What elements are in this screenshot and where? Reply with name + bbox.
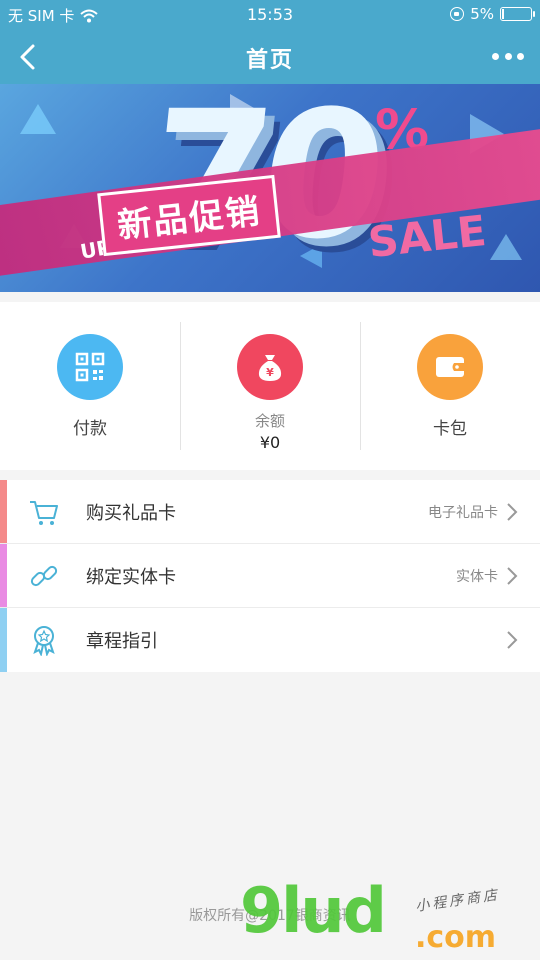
award-badge-icon xyxy=(33,626,55,656)
row-accent-bar xyxy=(0,608,7,672)
balance-amount: ¥0 xyxy=(259,433,281,452)
menu-list: 购买礼品卡 电子礼品卡 绑定实体卡 实体卡 章程指引 xyxy=(0,480,540,672)
list-item-bind-card[interactable]: 绑定实体卡 实体卡 xyxy=(0,544,540,608)
battery-icon xyxy=(500,7,535,21)
quick-actions: 付款 ¥ 余额 ¥0 卡包 xyxy=(0,302,540,470)
money-bag-icon: ¥ xyxy=(237,334,303,400)
qr-code-icon xyxy=(57,334,123,400)
list-item-sub: 实体卡 xyxy=(456,568,498,585)
svg-text:¥: ¥ xyxy=(266,366,274,379)
list-item-buy-gift-card[interactable]: 购买礼品卡 电子礼品卡 xyxy=(0,480,540,544)
shopping-cart-icon xyxy=(30,501,58,525)
list-item-guide[interactable]: 章程指引 xyxy=(0,608,540,672)
more-dots-icon[interactable] xyxy=(492,44,524,68)
action-balance[interactable]: ¥ 余额 ¥0 xyxy=(180,302,360,470)
list-item-label: 章程指引 xyxy=(86,631,158,652)
battery-percent: 5% xyxy=(470,5,494,23)
action-pay-label: 付款 xyxy=(73,419,107,439)
nav-bar: 首页 xyxy=(0,30,540,84)
action-card-wallet[interactable]: 卡包 xyxy=(360,302,540,470)
list-item-sub: 电子礼品卡 xyxy=(428,504,498,521)
wallet-icon xyxy=(417,334,483,400)
watermark-com: .com xyxy=(415,920,497,955)
battery-level xyxy=(502,9,504,19)
row-accent-bar xyxy=(0,544,7,607)
chevron-right-icon xyxy=(507,503,518,521)
chevron-right-icon xyxy=(507,631,518,649)
chevron-right-icon xyxy=(507,567,518,585)
list-item-label: 绑定实体卡 xyxy=(86,566,176,588)
page-title: 首页 xyxy=(245,48,294,73)
promo-banner[interactable]: 70 % UP TO 新品促销 SALE xyxy=(0,84,540,292)
header: 无 SIM 卡 15:53 5% 首页 xyxy=(0,0,540,84)
orientation-lock-icon xyxy=(450,7,465,21)
action-balance-label: 余额 xyxy=(254,412,285,430)
status-bar: 无 SIM 卡 15:53 5% xyxy=(0,0,540,30)
action-card-wallet-label: 卡包 xyxy=(433,419,467,439)
link-icon xyxy=(30,565,58,587)
copyright-footer: 版权所有@2017银商资讯 xyxy=(189,908,351,924)
list-item-label: 购买礼品卡 xyxy=(86,502,176,524)
row-accent-bar xyxy=(0,480,7,543)
action-pay[interactable]: 付款 xyxy=(0,302,180,470)
